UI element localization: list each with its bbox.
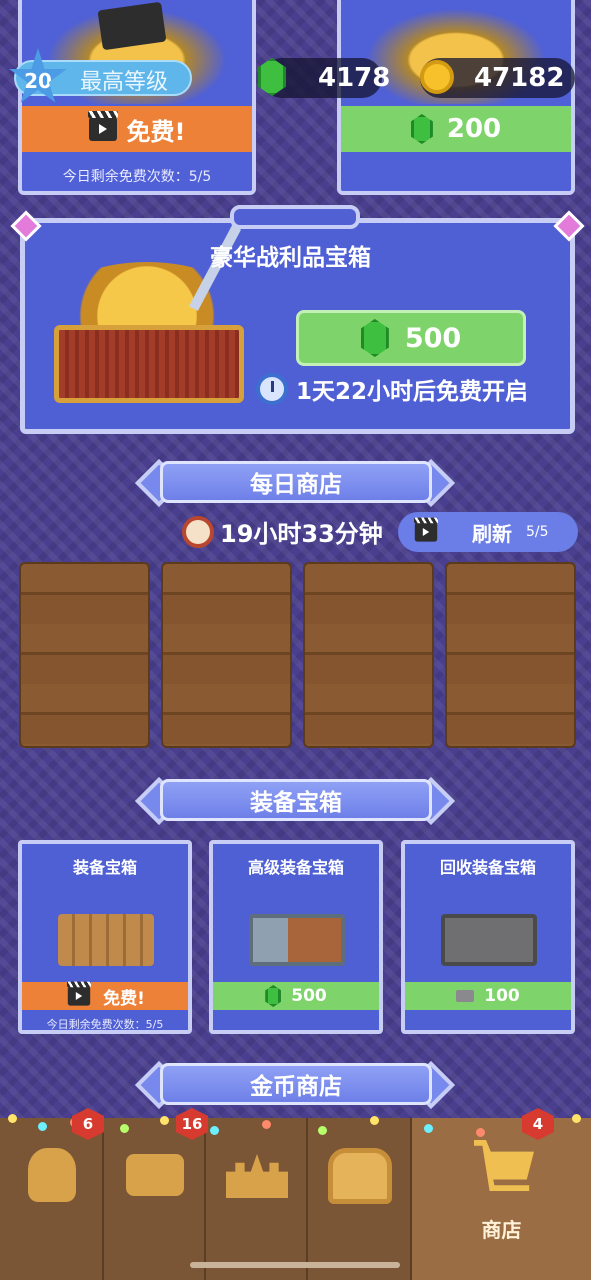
gem-icon xyxy=(410,114,433,144)
video-ad-icon xyxy=(413,517,439,542)
coin-balance-icon xyxy=(420,60,454,94)
daily-shop-timer-text: 19小时33分钟 xyxy=(220,520,383,548)
gem-balance-value: 4178 xyxy=(318,63,391,93)
recycle-equipment-chest-card[interactable]: 回收装备宝箱 100 xyxy=(401,840,575,1034)
recycle-equipment-chest-price: 100 xyxy=(484,986,520,1006)
nav-chest[interactable] xyxy=(308,1118,412,1280)
wooden-crate-icon xyxy=(58,914,154,966)
level-number: 20 xyxy=(24,69,52,93)
advanced-equipment-chest-price: 500 xyxy=(291,986,327,1006)
daily-shop-slot-1[interactable] xyxy=(19,562,150,748)
refresh-button[interactable]: 刷新 5/5 xyxy=(398,512,578,552)
luxury-chest-buy-button[interactable]: 500 xyxy=(296,310,526,366)
refresh-count: 5/5 xyxy=(526,524,549,540)
refresh-label: 刷新 xyxy=(472,521,512,546)
level-label: 最高等级 xyxy=(80,70,169,95)
stopwatch-icon xyxy=(182,515,214,548)
daily-shop-slot-4[interactable] xyxy=(445,562,576,748)
gem-icon xyxy=(265,985,282,1007)
iron-ingot-icon xyxy=(456,990,475,1002)
luxury-chest-price: 500 xyxy=(404,322,462,354)
coin-shop-header: 金币商店 xyxy=(160,1063,432,1105)
equipment-chest-title: 装备宝箱 xyxy=(72,858,137,877)
equipment-chest-free-label: 免费! xyxy=(103,988,145,1009)
cart-icon xyxy=(474,1140,534,1192)
equipment-chest-section-title: 装备宝箱 xyxy=(250,790,342,816)
steel-crate-icon xyxy=(249,914,345,966)
equipment-chest-free-button[interactable]: 免费! xyxy=(22,981,188,1010)
daily-shop-timer: 19小时33分钟 xyxy=(182,514,383,549)
clock-icon xyxy=(256,373,288,405)
advanced-equipment-chest-card[interactable]: 高级装备宝箱 500 xyxy=(209,840,383,1034)
video-ad-icon xyxy=(87,111,118,141)
equipment-chest-free-note: 今日剩余免费次数：5/5 xyxy=(46,1018,164,1031)
corner-gem-left xyxy=(10,210,42,242)
nav-army[interactable] xyxy=(104,1118,206,1280)
advanced-equipment-chest-title: 高级装备宝箱 xyxy=(247,858,344,877)
coin-balance-value: 47182 xyxy=(474,63,565,93)
nav-shop[interactable]: 商店 xyxy=(412,1118,591,1280)
advanced-equipment-chest-buy-button[interactable]: 500 xyxy=(213,982,379,1010)
luxury-chest-timer-text: 1天22小时后免费开启 xyxy=(296,379,529,405)
equipment-chest-card[interactable]: 装备宝箱 免费! 今日剩余免费次数：5/5 xyxy=(18,840,192,1034)
luxury-chest-icon xyxy=(54,325,244,403)
free-open-label: 免费! xyxy=(126,117,186,146)
gem-chest-price: 200 xyxy=(446,114,502,144)
hero-icon xyxy=(28,1148,76,1202)
home-indicator[interactable] xyxy=(190,1262,400,1268)
recycle-equipment-chest-buy-button[interactable]: 100 xyxy=(405,982,571,1010)
nav-hero[interactable] xyxy=(0,1118,104,1280)
daily-shop-header: 每日商店 xyxy=(160,461,432,503)
coin-shop-title: 金币商店 xyxy=(250,1074,342,1100)
nav-castle[interactable] xyxy=(206,1118,308,1280)
recycle-bin-icon xyxy=(441,914,537,966)
daily-shop-slot-2[interactable] xyxy=(161,562,292,748)
daily-shop-title: 每日商店 xyxy=(250,472,342,498)
chest-icon xyxy=(328,1148,392,1204)
gem-icon xyxy=(360,319,389,357)
luxury-chest-title: 豪华战利品宝箱 xyxy=(210,245,371,271)
free-open-button[interactable]: 免费! xyxy=(22,106,252,152)
recycle-equipment-chest-title: 回收装备宝箱 xyxy=(439,858,536,877)
card-crest xyxy=(230,205,360,229)
corner-gem-right xyxy=(553,210,585,242)
video-ad-icon xyxy=(67,981,92,1006)
equipment-chest-header: 装备宝箱 xyxy=(160,779,432,821)
nav-shop-label: 商店 xyxy=(481,1218,522,1242)
daily-shop-slot-3[interactable] xyxy=(303,562,434,748)
army-icon xyxy=(126,1154,184,1196)
castle-icon xyxy=(226,1154,288,1198)
gem-chest-buy-button[interactable]: 200 xyxy=(341,106,571,152)
free-uses-note: 今日剩余免费次数：5/5 xyxy=(62,169,212,185)
luxury-chest-timer: 1天22小时后免费开启 xyxy=(256,372,528,406)
